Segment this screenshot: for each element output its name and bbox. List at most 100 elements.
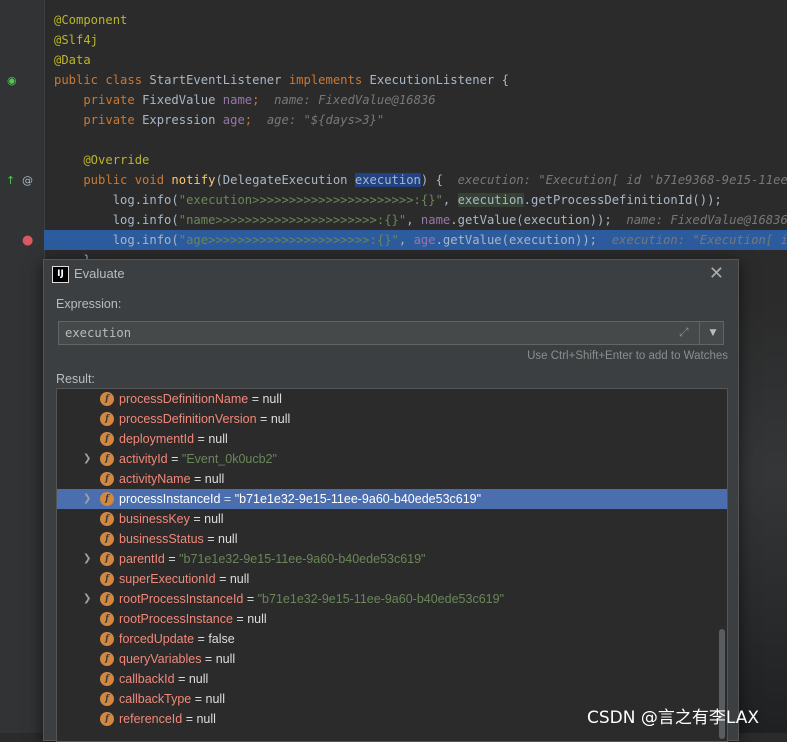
- tree-node[interactable]: f superExecutionId = null: [57, 569, 727, 589]
- result-label: Result:: [56, 372, 95, 386]
- field-icon: f: [100, 672, 114, 686]
- field-name: forcedUpdate: [119, 632, 195, 646]
- tree-node-text: queryVariables = null: [119, 649, 235, 669]
- field-icon: f: [100, 532, 114, 546]
- field-name: callbackType: [119, 692, 192, 706]
- tree-node-text: superExecutionId = null: [119, 569, 249, 589]
- field-value: null: [205, 692, 225, 706]
- field-value: "b71e1e32-9e15-11ee-9a60-b40ede53c619": [234, 492, 482, 506]
- field-icon: f: [100, 712, 114, 726]
- equals-sign: =: [167, 452, 182, 466]
- field-name: businessStatus: [119, 532, 204, 546]
- field-name: processDefinitionVersion: [119, 412, 257, 426]
- tree-node-text: rootProcessInstanceId = "b71e1e32-9e15-1…: [119, 589, 504, 609]
- tree-node[interactable]: ❯ f rootProcessInstanceId = "b71e1e32-9e15…: [57, 589, 727, 609]
- tree-node-text: processDefinitionVersion = null: [119, 409, 290, 429]
- field-value: null: [188, 672, 209, 686]
- equals-sign: =: [182, 712, 197, 726]
- field-name: activityName: [119, 472, 191, 486]
- field-name: rootProcessInstanceId: [119, 592, 244, 606]
- field-name: callbackId: [119, 672, 175, 686]
- field-icon: f: [100, 472, 114, 486]
- inline-debug-value: execution: "Execution[ id 'b7: [611, 233, 787, 247]
- field-name: processDefinitionName: [119, 392, 249, 406]
- field-icon: f: [100, 432, 114, 446]
- field-value: null: [215, 652, 236, 666]
- equals-sign: =: [194, 432, 209, 446]
- tree-node[interactable]: f callbackId = null: [57, 669, 727, 689]
- tree-node-text: referenceId = null: [119, 709, 216, 729]
- expand-chevron-icon[interactable]: ❯: [83, 489, 93, 509]
- tree-node-text: callbackId = null: [119, 669, 208, 689]
- tree-node[interactable]: f processDefinitionVersion = null: [57, 409, 727, 429]
- chevron-down-icon[interactable]: ▼: [704, 322, 722, 344]
- current-execution-line: log.info("age>>>>>>>>>>>>>>>>>>>>>>:{}",…: [44, 230, 787, 250]
- tree-node[interactable]: f deploymentId = null: [57, 429, 727, 449]
- expression-combobox[interactable]: ⤢ ▼: [58, 321, 724, 345]
- editor-gutter[interactable]: ◉ ↑ @ ●: [0, 0, 45, 733]
- equals-sign: =: [215, 572, 230, 586]
- override-icon[interactable]: ↑: [6, 174, 15, 187]
- field-name: parentId: [119, 552, 165, 566]
- field-icon: f: [100, 692, 114, 706]
- dropdown-separator: [699, 322, 700, 344]
- expression-label: Expression:: [56, 297, 122, 311]
- field-name: superExecutionId: [119, 572, 216, 586]
- field-icon: f: [100, 552, 114, 566]
- field-value: "Event_0k0ucb2": [181, 452, 277, 466]
- implementation-icon[interactable]: ◉: [7, 74, 17, 87]
- code-line: @Component: [54, 13, 128, 27]
- intellij-logo-icon: IJ: [52, 266, 69, 283]
- code-line: public void notify(DelegateExecution exe…: [54, 170, 787, 190]
- tree-node-text: businessKey = null: [119, 509, 224, 529]
- tree-node[interactable]: f forcedUpdate = false: [57, 629, 727, 649]
- inline-debug-value: name: FixedValue@16836: [611, 213, 787, 227]
- field-value: "b71e1e32-9e15-11ee-9a60-b40ede53c619": [179, 552, 426, 566]
- equals-sign: =: [248, 392, 263, 406]
- tree-node[interactable]: f queryVariables = null: [57, 649, 727, 669]
- code-line: @Slf4j: [54, 33, 99, 47]
- tree-node[interactable]: ❯ f activityId = "Event_0k0ucb2": [57, 449, 727, 469]
- field-value: null: [247, 612, 267, 626]
- field-value: null: [262, 392, 282, 406]
- watermark: CSDN @言之有李LAX: [587, 708, 760, 728]
- tree-node-text: callbackType = null: [119, 689, 225, 709]
- annotation-icon: @: [22, 174, 33, 187]
- expand-chevron-icon[interactable]: ❯: [83, 449, 93, 469]
- inline-debug-value: name: FixedValue@16836: [259, 93, 436, 107]
- code-line: public class StartEventListener implemen…: [54, 73, 509, 87]
- code-line: private FixedValue name; name: FixedValu…: [54, 93, 436, 107]
- expand-editor-icon[interactable]: ⤢: [679, 325, 689, 340]
- field-name: deploymentId: [119, 432, 195, 446]
- close-icon[interactable]: ✕: [709, 263, 724, 284]
- tree-node[interactable]: f businessKey = null: [57, 509, 727, 529]
- field-name: rootProcessInstance: [119, 612, 233, 626]
- breakpoint-icon[interactable]: ●: [22, 233, 33, 248]
- tree-node-text: parentId = "b71e1e32-9e15-11ee-9a60-b40e…: [119, 549, 425, 569]
- tree-node[interactable]: ❯ f parentId = "b71e1e32-9e15-11ee-9a60-b4…: [57, 549, 727, 569]
- tree-node-text: activityId = "Event_0k0ucb2": [119, 449, 277, 469]
- field-icon: f: [100, 412, 114, 426]
- result-tree[interactable]: f processDefinitionName = null f processDef…: [56, 388, 728, 742]
- tree-node[interactable]: f activityName = null: [57, 469, 727, 489]
- field-icon: f: [100, 652, 114, 666]
- tree-node[interactable]: f processDefinitionName = null: [57, 389, 727, 409]
- tree-node[interactable]: f businessStatus = null: [57, 529, 727, 549]
- tree-node-text: businessStatus = null: [119, 529, 238, 549]
- field-value: null: [208, 432, 228, 446]
- field-icon: f: [100, 632, 114, 646]
- field-value: null: [204, 472, 225, 486]
- code-line: @Override: [54, 153, 150, 167]
- inline-debug-value: age: "${days>3}": [252, 113, 385, 127]
- tree-node-text: processDefinitionName = null: [119, 389, 282, 409]
- field-icon: f: [100, 612, 114, 626]
- expression-input[interactable]: [65, 322, 665, 344]
- tree-node-text: forcedUpdate = false: [119, 629, 235, 649]
- expand-chevron-icon[interactable]: ❯: [83, 589, 93, 609]
- equals-sign: =: [232, 612, 248, 626]
- tree-node[interactable]: ❯ f processInstanceId = "b71e1e32-9e15-11e…: [57, 489, 727, 509]
- dialog-titlebar[interactable]: IJ Evaluate ✕: [44, 260, 738, 288]
- expand-chevron-icon[interactable]: ❯: [83, 549, 93, 569]
- equals-sign: =: [191, 692, 206, 706]
- tree-node[interactable]: f rootProcessInstance = null: [57, 609, 727, 629]
